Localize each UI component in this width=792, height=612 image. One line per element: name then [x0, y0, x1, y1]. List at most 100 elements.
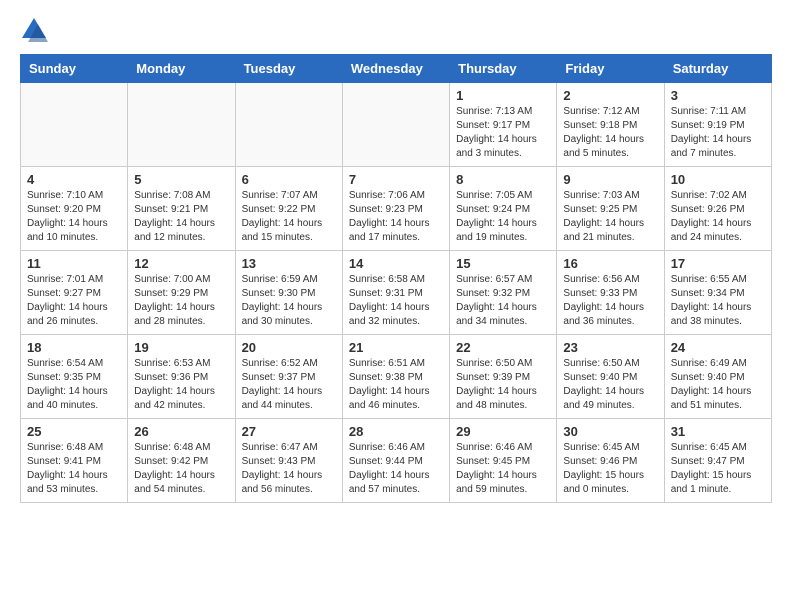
calendar-cell: 23 Sunrise: 6:50 AM Sunset: 9:40 PM Dayli… [557, 335, 664, 419]
day-number: 27 [242, 424, 336, 439]
calendar-cell: 16 Sunrise: 6:56 AM Sunset: 9:33 PM Dayli… [557, 251, 664, 335]
day-info: Sunrise: 7:07 AM Sunset: 9:22 PM Dayligh… [242, 189, 336, 245]
day-info: Sunrise: 6:55 AM Sunset: 9:34 PM Dayligh… [671, 273, 765, 329]
calendar-week-row: 11 Sunrise: 7:01 AM Sunset: 9:27 PM Dayli… [21, 251, 772, 335]
day-number: 14 [349, 256, 443, 271]
day-info: Sunrise: 6:52 AM Sunset: 9:37 PM Dayligh… [242, 357, 336, 413]
day-info: Sunrise: 6:50 AM Sunset: 9:40 PM Dayligh… [563, 357, 657, 413]
day-number: 18 [27, 340, 121, 355]
calendar-cell: 19 Sunrise: 6:53 AM Sunset: 9:36 PM Dayli… [128, 335, 235, 419]
day-number: 24 [671, 340, 765, 355]
calendar-cell: 26 Sunrise: 6:48 AM Sunset: 9:42 PM Dayli… [128, 419, 235, 503]
day-number: 4 [27, 172, 121, 187]
calendar-cell [235, 83, 342, 167]
day-number: 22 [456, 340, 550, 355]
day-info: Sunrise: 6:58 AM Sunset: 9:31 PM Dayligh… [349, 273, 443, 329]
day-info: Sunrise: 6:45 AM Sunset: 9:47 PM Dayligh… [671, 441, 765, 497]
day-number: 16 [563, 256, 657, 271]
calendar-cell: 1 Sunrise: 7:13 AM Sunset: 9:17 PM Daylig… [450, 83, 557, 167]
day-number: 21 [349, 340, 443, 355]
day-number: 8 [456, 172, 550, 187]
day-number: 7 [349, 172, 443, 187]
day-info: Sunrise: 6:53 AM Sunset: 9:36 PM Dayligh… [134, 357, 228, 413]
calendar-cell: 3Sunrise: 7:11 AM Sunset: 9:19 PM Daylig… [664, 83, 771, 167]
day-number: 30 [563, 424, 657, 439]
day-number: 29 [456, 424, 550, 439]
day-number: 19 [134, 340, 228, 355]
day-number: 17 [671, 256, 765, 271]
calendar-cell [342, 83, 449, 167]
calendar-week-row: 4 Sunrise: 7:10 AM Sunset: 9:20 PM Daylig… [21, 167, 772, 251]
calendar-cell: 11 Sunrise: 7:01 AM Sunset: 9:27 PM Dayli… [21, 251, 128, 335]
calendar-header-wednesday: Wednesday [342, 55, 449, 83]
calendar-header-monday: Monday [128, 55, 235, 83]
day-number: 28 [349, 424, 443, 439]
calendar-cell: 27 Sunrise: 6:47 AM Sunset: 9:43 PM Dayli… [235, 419, 342, 503]
day-info: Sunrise: 7:10 AM Sunset: 9:20 PM Dayligh… [27, 189, 121, 245]
calendar-cell: 4 Sunrise: 7:10 AM Sunset: 9:20 PM Daylig… [21, 167, 128, 251]
calendar-cell: 29 Sunrise: 6:46 AM Sunset: 9:45 PM Dayli… [450, 419, 557, 503]
calendar-header-sunday: Sunday [21, 55, 128, 83]
day-info: Sunrise: 6:47 AM Sunset: 9:43 PM Dayligh… [242, 441, 336, 497]
day-number: 26 [134, 424, 228, 439]
day-info: Sunrise: 6:57 AM Sunset: 9:32 PM Dayligh… [456, 273, 550, 329]
calendar: SundayMondayTuesdayWednesdayThursdayFrid… [20, 54, 772, 503]
day-info: Sunrise: 7:13 AM Sunset: 9:17 PM Dayligh… [456, 105, 550, 161]
calendar-cell: 25 Sunrise: 6:48 AM Sunset: 9:41 PM Dayli… [21, 419, 128, 503]
calendar-cell: 28 Sunrise: 6:46 AM Sunset: 9:44 PM Dayli… [342, 419, 449, 503]
day-number: 11 [27, 256, 121, 271]
day-info: Sunrise: 6:45 AM Sunset: 9:46 PM Dayligh… [563, 441, 657, 497]
day-info: Sunrise: 6:48 AM Sunset: 9:41 PM Dayligh… [27, 441, 121, 497]
calendar-cell: 24Sunrise: 6:49 AM Sunset: 9:40 PM Dayli… [664, 335, 771, 419]
calendar-cell: 14 Sunrise: 6:58 AM Sunset: 9:31 PM Dayli… [342, 251, 449, 335]
day-number: 1 [456, 88, 550, 103]
calendar-week-row: 18 Sunrise: 6:54 AM Sunset: 9:35 PM Dayli… [21, 335, 772, 419]
calendar-cell: 15Sunrise: 6:57 AM Sunset: 9:32 PM Dayli… [450, 251, 557, 335]
calendar-header-thursday: Thursday [450, 55, 557, 83]
day-info: Sunrise: 7:00 AM Sunset: 9:29 PM Dayligh… [134, 273, 228, 329]
calendar-header-tuesday: Tuesday [235, 55, 342, 83]
day-info: Sunrise: 6:48 AM Sunset: 9:42 PM Dayligh… [134, 441, 228, 497]
day-number: 25 [27, 424, 121, 439]
calendar-cell [128, 83, 235, 167]
calendar-cell: 12 Sunrise: 7:00 AM Sunset: 9:29 PM Dayli… [128, 251, 235, 335]
calendar-header-saturday: Saturday [664, 55, 771, 83]
day-info: Sunrise: 7:02 AM Sunset: 9:26 PM Dayligh… [671, 189, 765, 245]
calendar-cell: 13Sunrise: 6:59 AM Sunset: 9:30 PM Dayli… [235, 251, 342, 335]
page: SundayMondayTuesdayWednesdayThursdayFrid… [0, 0, 792, 519]
calendar-cell: 22 Sunrise: 6:50 AM Sunset: 9:39 PM Dayli… [450, 335, 557, 419]
calendar-cell: 18 Sunrise: 6:54 AM Sunset: 9:35 PM Dayli… [21, 335, 128, 419]
day-number: 5 [134, 172, 228, 187]
day-info: Sunrise: 6:46 AM Sunset: 9:44 PM Dayligh… [349, 441, 443, 497]
calendar-cell: 30 Sunrise: 6:45 AM Sunset: 9:46 PM Dayli… [557, 419, 664, 503]
day-number: 20 [242, 340, 336, 355]
day-info: Sunrise: 7:06 AM Sunset: 9:23 PM Dayligh… [349, 189, 443, 245]
day-info: Sunrise: 6:54 AM Sunset: 9:35 PM Dayligh… [27, 357, 121, 413]
day-info: Sunrise: 7:05 AM Sunset: 9:24 PM Dayligh… [456, 189, 550, 245]
day-number: 2 [563, 88, 657, 103]
day-info: Sunrise: 7:01 AM Sunset: 9:27 PM Dayligh… [27, 273, 121, 329]
day-number: 9 [563, 172, 657, 187]
day-info: Sunrise: 6:46 AM Sunset: 9:45 PM Dayligh… [456, 441, 550, 497]
day-number: 10 [671, 172, 765, 187]
header [20, 16, 772, 44]
calendar-cell: 20 Sunrise: 6:52 AM Sunset: 9:37 PM Dayli… [235, 335, 342, 419]
calendar-cell: 9Sunrise: 7:03 AM Sunset: 9:25 PM Daylig… [557, 167, 664, 251]
calendar-week-row: 1 Sunrise: 7:13 AM Sunset: 9:17 PM Daylig… [21, 83, 772, 167]
day-info: Sunrise: 7:08 AM Sunset: 9:21 PM Dayligh… [134, 189, 228, 245]
day-info: Sunrise: 7:12 AM Sunset: 9:18 PM Dayligh… [563, 105, 657, 161]
calendar-cell: 5 Sunrise: 7:08 AM Sunset: 9:21 PM Daylig… [128, 167, 235, 251]
day-number: 31 [671, 424, 765, 439]
day-info: Sunrise: 7:11 AM Sunset: 9:19 PM Dayligh… [671, 105, 765, 161]
logo-icon [20, 16, 48, 44]
calendar-cell: 17 Sunrise: 6:55 AM Sunset: 9:34 PM Dayli… [664, 251, 771, 335]
day-number: 13 [242, 256, 336, 271]
calendar-cell [21, 83, 128, 167]
calendar-header-row: SundayMondayTuesdayWednesdayThursdayFrid… [21, 55, 772, 83]
day-info: Sunrise: 6:56 AM Sunset: 9:33 PM Dayligh… [563, 273, 657, 329]
day-number: 12 [134, 256, 228, 271]
day-info: Sunrise: 6:50 AM Sunset: 9:39 PM Dayligh… [456, 357, 550, 413]
calendar-cell: 6Sunrise: 7:07 AM Sunset: 9:22 PM Daylig… [235, 167, 342, 251]
day-number: 23 [563, 340, 657, 355]
calendar-cell: 2 Sunrise: 7:12 AM Sunset: 9:18 PM Daylig… [557, 83, 664, 167]
